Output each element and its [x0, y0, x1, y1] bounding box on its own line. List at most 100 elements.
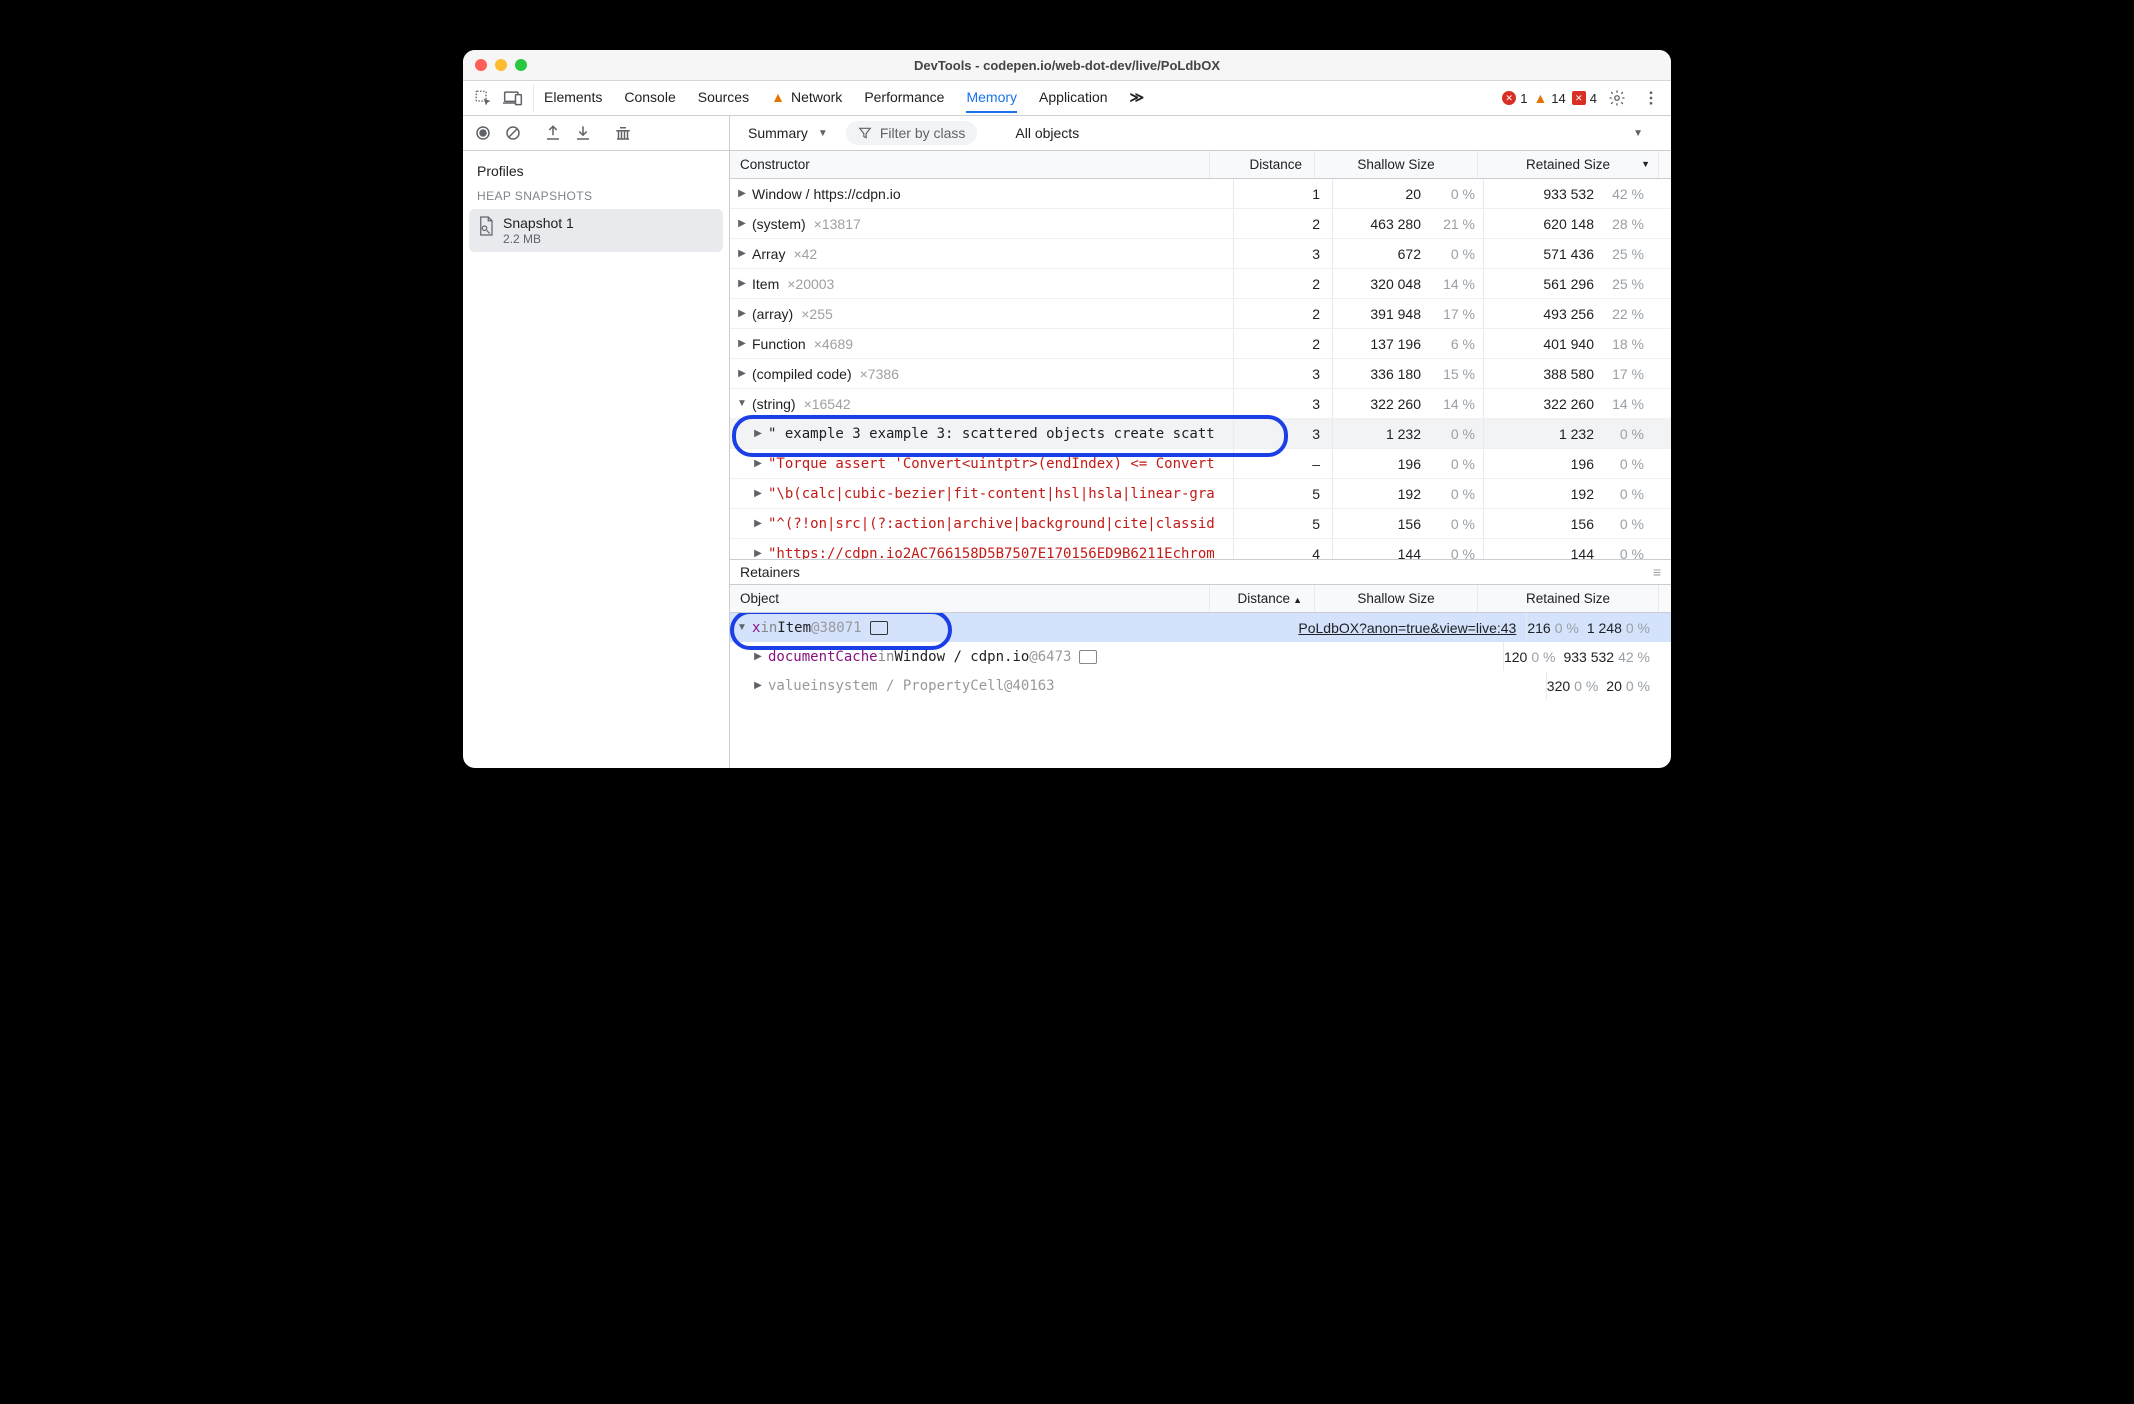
col-retained-size[interactable]: Retained Size [1478, 585, 1658, 612]
cell-shallow: 200 % [1333, 179, 1484, 208]
col-shallow-size[interactable]: Shallow Size [1315, 585, 1478, 612]
tab-performance[interactable]: Performance [864, 83, 944, 113]
cell-shallow: 336 18015 % [1333, 359, 1484, 388]
cell-distance: 2 [1234, 209, 1333, 238]
tab-network[interactable]: ▲Network [771, 83, 842, 113]
profiles-heading: Profiles [477, 163, 715, 179]
table-row[interactable]: ▶Function×46892137 1966 %401 94018 % [730, 329, 1671, 359]
table-row[interactable]: ▶ "https://cdpn.io2AC766158D5B7507E170156… [730, 539, 1671, 559]
col-constructor[interactable]: Constructor [730, 151, 1210, 178]
table-row[interactable]: ▶(compiled code)×73863336 18015 %388 580… [730, 359, 1671, 389]
disclosure-closed-icon[interactable]: ▶ [752, 428, 764, 439]
cell-retained: 1 2320 % [1484, 419, 1658, 448]
tab-elements[interactable]: Elements [544, 83, 602, 113]
disclosure-closed-icon[interactable]: ▶ [736, 308, 748, 319]
disclosure-closed-icon[interactable]: ▶ [736, 368, 748, 379]
disclosure-closed-icon[interactable]: ▶ [752, 458, 764, 469]
retainer-row[interactable]: ▼x in Item @38071PoLdbOX?anon=true&view=… [730, 613, 1671, 642]
download-icon[interactable] [569, 119, 597, 147]
disclosure-closed-icon[interactable]: ▶ [736, 218, 748, 229]
table-row[interactable]: ▶"\b(calc|cubic-bezier|fit-content|hsl|h… [730, 479, 1671, 509]
zoom-window-button[interactable] [515, 59, 527, 71]
snapshot-item[interactable]: Snapshot 1 2.2 MB [469, 209, 723, 252]
col-distance[interactable]: Distance [1210, 585, 1315, 612]
row-count: ×16542 [804, 396, 851, 412]
retainer-row[interactable]: ▶documentCache in Window / cdpn.io @6473… [730, 642, 1671, 671]
tab-console[interactable]: Console [624, 83, 675, 113]
view-dropdown[interactable]: Summary▼ [740, 121, 836, 145]
table-row[interactable]: ▼(string)×165423322 26014 %322 26014 % [730, 389, 1671, 419]
source-link[interactable]: PoLdbOX?anon=true&view=live:43 [1298, 620, 1516, 636]
close-window-button[interactable] [475, 59, 487, 71]
col-retained-size[interactable]: Retained Size▼ [1478, 151, 1658, 178]
table-row[interactable]: ▶Array×4236720 %571 43625 % [730, 239, 1671, 269]
row-label: (array) [752, 306, 793, 322]
retainer-var: x [752, 620, 760, 636]
row-label: Function [752, 336, 806, 352]
disclosure-open-icon[interactable]: ▼ [736, 398, 748, 409]
device-toolbar-icon[interactable] [499, 84, 527, 112]
disclosure-closed-icon[interactable]: ▶ [752, 548, 764, 559]
cell-retained: 388 58017 % [1484, 359, 1658, 388]
record-icon[interactable] [469, 119, 497, 147]
hamburger-icon[interactable]: ≡ [1653, 564, 1661, 580]
disclosure-closed-icon[interactable]: ▶ [736, 278, 748, 289]
disclosure-closed-icon[interactable]: ▶ [752, 518, 764, 529]
cell-distance: 3 [1234, 359, 1333, 388]
table-row[interactable]: ▶(array)×2552391 94817 %493 25622 % [730, 299, 1671, 329]
kebab-menu-icon[interactable] [1637, 84, 1665, 112]
table-row[interactable]: ▶"^(?!on|src|(?:action|archive|backgroun… [730, 509, 1671, 539]
cell-distance: 1 [1234, 179, 1333, 208]
disclosure-closed-icon[interactable]: ▶ [736, 248, 748, 259]
extension-error-count[interactable]: 4 [1572, 91, 1597, 106]
tab-sources[interactable]: Sources [698, 83, 749, 113]
snapshot-name: Snapshot 1 [503, 215, 574, 232]
cell-distance: 1 [1504, 649, 1512, 665]
error-count[interactable]: 1 [1502, 91, 1527, 106]
constructors-header: Constructor Distance Shallow Size Retain… [730, 151, 1671, 179]
cell-distance: 5 [1234, 509, 1333, 538]
error-icon [1502, 91, 1516, 105]
garbage-collect-icon[interactable] [609, 119, 637, 147]
class-filter-input[interactable]: Filter by class [846, 121, 978, 145]
row-label: (compiled code) [752, 366, 852, 382]
upload-icon[interactable] [539, 119, 567, 147]
table-row[interactable]: ▶(system)×138172463 28021 %620 14828 % [730, 209, 1671, 239]
retainer-class: Item [777, 620, 811, 636]
table-row[interactable]: ▶ " example 3 example 3: scattered object… [730, 419, 1671, 449]
cell-shallow: 1440 % [1333, 539, 1484, 559]
element-reveal-icon[interactable] [870, 621, 888, 635]
col-shallow-size[interactable]: Shallow Size [1315, 151, 1478, 178]
row-label: " example 3 example 3: scattered objects… [768, 426, 1215, 442]
tab-memory[interactable]: Memory [966, 83, 1017, 113]
tab-application[interactable]: Application [1039, 83, 1108, 113]
chevron-down-icon: ▼ [818, 128, 828, 139]
objects-dropdown[interactable]: All objects [1007, 121, 1087, 145]
disclosure-closed-icon[interactable]: ▶ [752, 680, 764, 691]
disclosure-closed-icon[interactable]: ▶ [736, 338, 748, 349]
row-count: ×4689 [814, 336, 853, 352]
col-distance[interactable]: Distance [1210, 151, 1315, 178]
table-row[interactable]: ▶Item×200032320 04814 %561 29625 % [730, 269, 1671, 299]
disclosure-closed-icon[interactable]: ▶ [752, 488, 764, 499]
col-object[interactable]: Object [730, 585, 1210, 612]
disclosure-open-icon[interactable]: ▼ [736, 622, 748, 633]
element-reveal-icon[interactable] [1079, 650, 1097, 664]
inspect-element-icon[interactable] [469, 84, 497, 112]
retainer-row[interactable]: ▶value in system / PropertyCell @4016332… [730, 671, 1671, 700]
table-row[interactable]: ▶Window / https://cdpn.io1200 %933 53242… [730, 179, 1671, 209]
chevron-down-icon[interactable]: ▼ [1633, 128, 1643, 139]
disclosure-closed-icon[interactable]: ▶ [736, 188, 748, 199]
cell-distance: 2 [1234, 269, 1333, 298]
warning-count[interactable]: ▲14 [1533, 91, 1565, 106]
table-row[interactable]: ▶"Torque assert 'Convert<uintptr>(endInd… [730, 449, 1671, 479]
disclosure-closed-icon[interactable]: ▶ [752, 651, 764, 662]
minimize-window-button[interactable] [495, 59, 507, 71]
row-count: ×42 [793, 246, 817, 262]
clear-icon[interactable] [499, 119, 527, 147]
cell-shallow: 1960 % [1333, 449, 1484, 478]
cell-retained: 933 53242 % [1484, 179, 1658, 208]
settings-icon[interactable] [1603, 84, 1631, 112]
tab-more[interactable]: ≫ [1130, 83, 1145, 114]
row-label: "https://cdpn.io2AC766158D5B7507E170156E… [768, 546, 1215, 560]
